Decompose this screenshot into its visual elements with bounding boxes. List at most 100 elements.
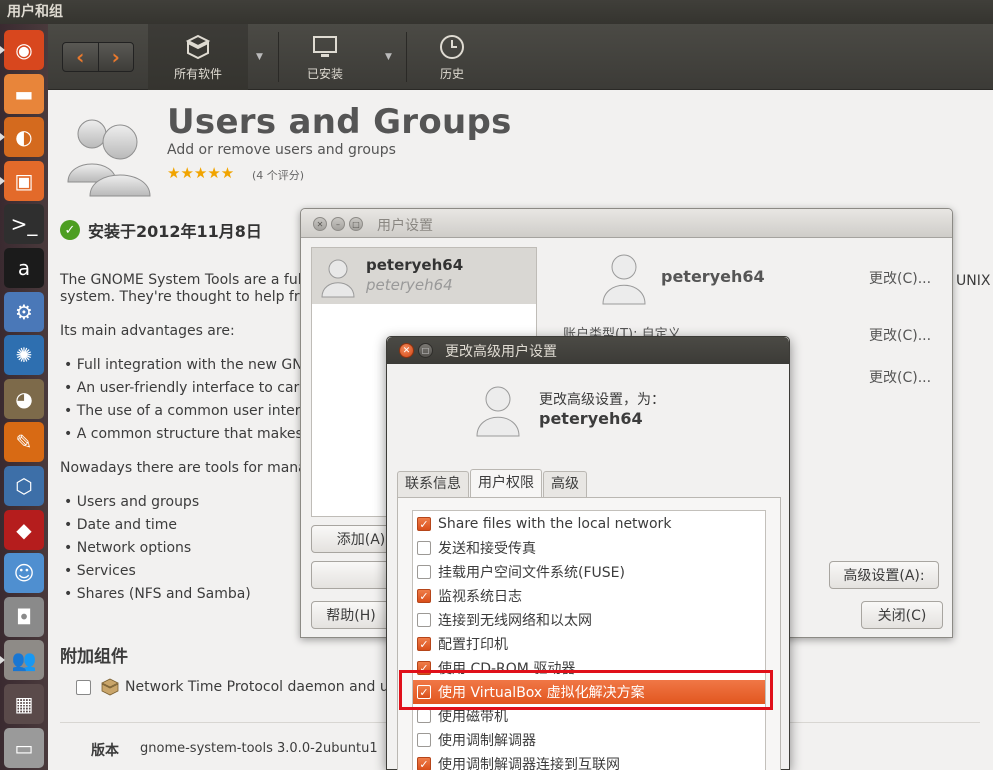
version-value: gnome-system-tools 3.0.0-2ubuntu1 <box>140 741 378 756</box>
users-groups-icon <box>67 119 151 197</box>
running-indicator <box>0 133 5 142</box>
inkscape-icon[interactable]: ✎ <box>4 422 44 463</box>
software-center-icon[interactable]: ▣ <box>4 160 44 201</box>
virtualbox-icon[interactable]: ⬡ <box>4 466 44 506</box>
bullet-item: • The use of a common user interfa <box>64 403 314 419</box>
all-software-icon <box>185 34 211 59</box>
package-icon <box>101 678 119 696</box>
privilege-row[interactable]: 连接到无线网络和以太网 <box>413 608 765 632</box>
top-panel: 用户和组 <box>0 0 993 24</box>
tab-advanced[interactable]: 高级 <box>543 471 587 497</box>
close-icon[interactable]: ✕ <box>399 343 414 358</box>
privilege-label: Share files with the local network <box>438 516 672 532</box>
bullet-item: • Shares (NFS and Samba) <box>64 586 251 602</box>
tab-contact-info[interactable]: 联系信息 <box>397 471 469 497</box>
privilege-checkbox[interactable] <box>417 733 431 747</box>
user-settings-titlebar[interactable]: ✕ – □ 用户设置 <box>301 209 952 238</box>
user-list-name: peteryeh64 <box>366 256 464 274</box>
privilege-checkbox[interactable] <box>417 541 431 555</box>
advanced-dialog-titlebar[interactable]: ✕ □ 更改高级用户设置 <box>387 337 789 364</box>
minimize-icon[interactable]: □ <box>418 343 433 358</box>
privileges-pane: ✓ Share files with the local network 发送和接受… <box>397 497 781 770</box>
minimize-icon[interactable]: – <box>331 217 345 231</box>
camera-icon[interactable]: ◘ <box>4 596 44 637</box>
privilege-checkbox[interactable] <box>417 613 431 627</box>
change-password-button[interactable]: 更改(C)... <box>869 367 931 387</box>
privilege-row[interactable]: ✓ 配置打印机 <box>413 632 765 656</box>
chat-icon[interactable]: ☺ <box>4 553 44 594</box>
privilege-row[interactable]: ✓ 监视系统日志 <box>413 584 765 608</box>
workspace-switcher-icon[interactable]: ▦ <box>4 684 44 724</box>
users-groups-icon[interactable]: 👥 <box>4 640 44 681</box>
close-button[interactable]: 关闭(C) <box>861 601 943 629</box>
bullet-item: • Services <box>64 563 136 579</box>
change-account-type-button[interactable]: 更改(C)... <box>869 325 931 345</box>
app-subtitle: Add or remove users and groups <box>167 142 396 158</box>
tab-user-privileges[interactable]: 用户权限 <box>470 469 542 497</box>
privilege-checkbox[interactable] <box>417 709 431 723</box>
installed-button[interactable]: 已安装 <box>288 24 362 90</box>
clock-icon <box>440 34 464 59</box>
maximize-icon[interactable]: □ <box>349 217 363 231</box>
advanced-settings-button[interactable]: 高级设置(A): <box>829 561 939 589</box>
bullet-item: • Date and time <box>64 517 178 533</box>
privilege-checkbox[interactable]: ✓ <box>417 517 431 531</box>
toolbar-separator <box>406 32 407 82</box>
description-line: Its main advantages are: <box>60 323 235 339</box>
close-icon[interactable]: ✕ <box>313 217 327 231</box>
advanced-user-name: peteryeh64 <box>539 409 643 428</box>
gimp-icon[interactable]: ◕ <box>4 378 44 419</box>
version-label: 版本 <box>91 743 119 759</box>
drive-icon[interactable]: ▭ <box>4 727 44 768</box>
all-software-dropdown-icon[interactable]: ▼ <box>256 52 263 62</box>
addon-checkbox[interactable] <box>76 679 91 695</box>
monitor-icon <box>313 35 337 57</box>
privilege-row[interactable]: ✓ 使用调制解调器连接到互联网 <box>413 752 765 770</box>
app-a-icon[interactable]: a <box>4 248 44 288</box>
privilege-checkbox[interactable]: ✓ <box>417 589 431 603</box>
privilege-checkbox[interactable]: ✓ <box>417 757 431 770</box>
terminal-icon[interactable]: >_ <box>4 204 44 245</box>
rating-stars: ★★★★★ <box>167 164 235 182</box>
change-password-button[interactable]: 更改(C)... <box>869 268 931 288</box>
user-list-login: peteryeh64 <box>366 276 453 294</box>
files-icon[interactable]: ▬ <box>4 73 44 114</box>
privilege-checkbox[interactable] <box>417 565 431 579</box>
addon-item[interactable]: Network Time Protocol daemon and ut <box>76 678 394 696</box>
addons-heading: 附加组件 <box>60 647 128 667</box>
settings-tools-icon[interactable]: ⚙ <box>4 291 44 332</box>
all-software-button[interactable]: 所有软件 <box>148 24 248 90</box>
privilege-row[interactable]: 挂载用户空间文件系统(FUSE) <box>413 560 765 584</box>
user-list-item[interactable]: peteryeh64 peteryeh64 <box>312 248 536 304</box>
privilege-label: 连接到无线网络和以太网 <box>438 613 592 629</box>
privilege-row[interactable]: ✓ Share files with the local network <box>413 512 765 536</box>
history-button[interactable]: 历史 <box>420 24 484 90</box>
shutter-icon[interactable]: ✺ <box>4 335 44 376</box>
toolbar: ‹ › 所有软件 ▼ 已安装 ▼ 历史 <box>48 24 993 90</box>
privileges-list[interactable]: ✓ Share files with the local network 发送和接受… <box>412 510 766 770</box>
privilege-label: 使用调制解调器 <box>438 733 536 749</box>
installed-date: 安装于2012年11月8日 <box>88 222 262 241</box>
wine-icon[interactable]: ◆ <box>4 509 44 550</box>
privilege-checkbox[interactable]: ✓ <box>417 637 431 651</box>
forward-button[interactable]: › <box>97 43 134 71</box>
check-icon: ✓ <box>60 220 80 240</box>
window-title: 用户和组 <box>7 4 63 20</box>
installed-dropdown-icon[interactable]: ▼ <box>385 52 392 62</box>
rating-count[interactable]: (4 个评分) <box>252 167 304 183</box>
bullet-item: • Full integration with the new GNO <box>64 357 314 373</box>
dash-home-icon[interactable]: ◉ <box>4 30 44 70</box>
privilege-label: 使用调制解调器连接到互联网 <box>438 757 620 770</box>
privilege-row[interactable]: 发送和接受传真 <box>413 536 765 560</box>
annotation-highlight-box <box>399 670 773 710</box>
privilege-label: 配置打印机 <box>438 637 508 653</box>
firefox-icon[interactable]: ◐ <box>4 117 44 158</box>
help-button[interactable]: 帮助(H) <box>311 601 391 629</box>
nav-buttons: ‹ › <box>62 42 134 72</box>
back-button[interactable]: ‹ <box>63 43 98 71</box>
user-settings-title: 用户设置 <box>377 218 433 234</box>
description-line: The GNOME System Tools are a fully <box>60 272 314 288</box>
avatar-icon <box>321 259 355 298</box>
privilege-row[interactable]: 使用调制解调器 <box>413 728 765 752</box>
tab-bar: 联系信息 用户权限 高级 <box>397 469 588 497</box>
